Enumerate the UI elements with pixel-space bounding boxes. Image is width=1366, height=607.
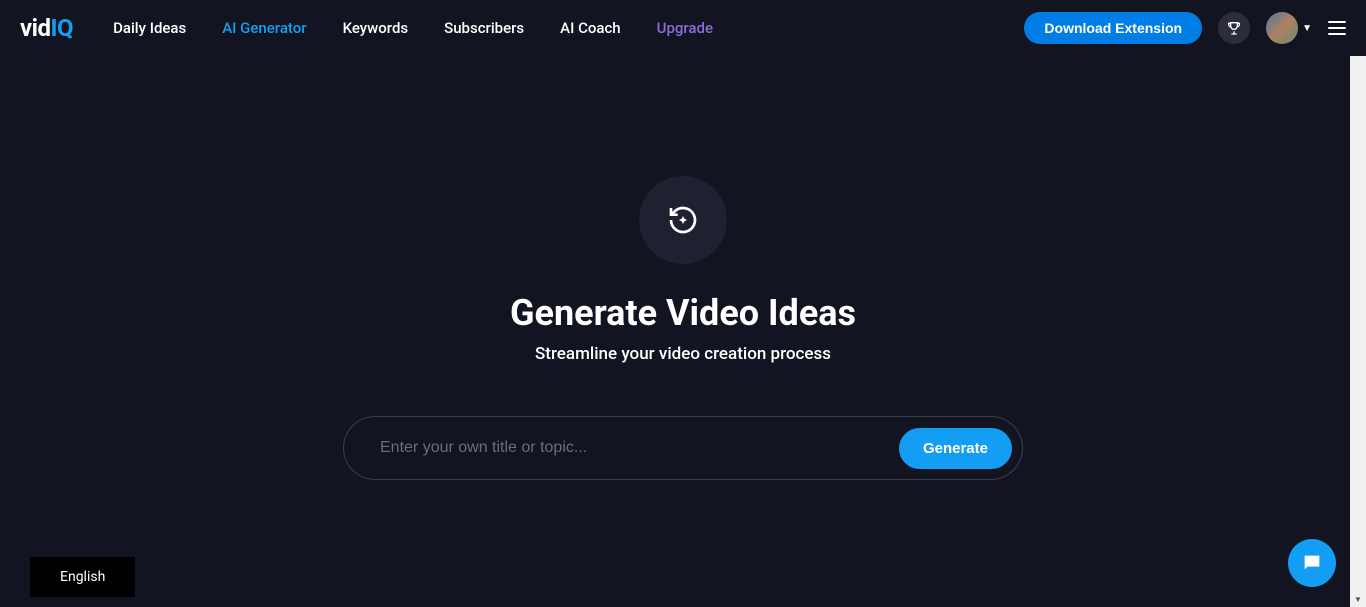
download-extension-button[interactable]: Download Extension	[1024, 12, 1202, 44]
feature-icon-circle	[639, 176, 727, 264]
hamburger-menu[interactable]	[1328, 21, 1346, 35]
user-menu[interactable]: ▼	[1266, 12, 1312, 44]
idea-input[interactable]	[380, 439, 899, 457]
avatar	[1266, 12, 1298, 44]
logo[interactable]: vidIQ	[20, 14, 73, 42]
scrollbar[interactable]: ▼	[1350, 56, 1366, 607]
main-nav: Daily Ideas AI Generator Keywords Subscr…	[113, 19, 1024, 37]
idea-input-container: Generate	[343, 416, 1023, 480]
header: vidIQ Daily Ideas AI Generator Keywords …	[0, 0, 1366, 56]
logo-text-iq: IQ	[51, 14, 74, 42]
chat-icon	[1301, 552, 1323, 574]
nav-ai-coach[interactable]: AI Coach	[560, 19, 620, 37]
chat-support-button[interactable]	[1288, 539, 1336, 587]
nav-keywords[interactable]: Keywords	[343, 19, 409, 37]
language-selector[interactable]: English	[30, 557, 135, 597]
main-content: Generate Video Ideas Streamline your vid…	[0, 56, 1366, 480]
page-heading: Generate Video Ideas	[510, 292, 856, 334]
nav-subscribers[interactable]: Subscribers	[444, 19, 524, 37]
nav-upgrade[interactable]: Upgrade	[657, 19, 713, 37]
scrollbar-down-arrow[interactable]: ▼	[1350, 591, 1366, 607]
nav-ai-generator[interactable]: AI Generator	[222, 19, 306, 37]
history-sparkle-icon	[667, 204, 699, 236]
header-right: Download Extension ▼	[1024, 12, 1346, 44]
nav-daily-ideas[interactable]: Daily Ideas	[113, 19, 186, 37]
page-subheading: Streamline your video creation process	[535, 344, 831, 364]
generate-button[interactable]: Generate	[899, 428, 1012, 469]
trophy-icon	[1226, 20, 1242, 36]
logo-text-vid: vid	[20, 14, 51, 42]
trophy-button[interactable]	[1218, 12, 1250, 44]
chevron-down-icon: ▼	[1302, 23, 1312, 34]
